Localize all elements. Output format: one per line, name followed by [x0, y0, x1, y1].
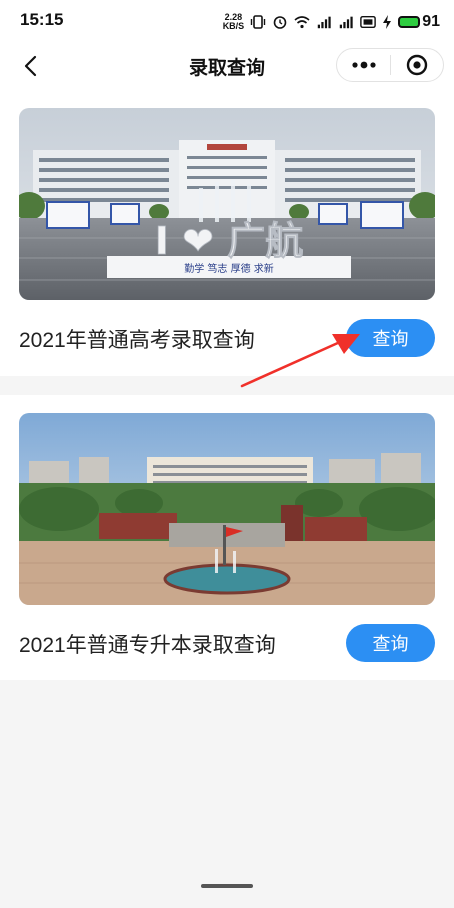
campus-photo-gate: 勤学 笃志 厚德 求新 I ❤ 广航 — [19, 108, 435, 300]
close-mini-program-button[interactable] — [391, 49, 443, 81]
signal-4g-icon — [339, 16, 353, 29]
vibrate-icon — [251, 15, 266, 29]
admission-card-gaokao: 勤学 笃志 厚德 求新 I ❤ 广航 2021年普通高考录取查询 查询 — [0, 88, 454, 376]
battery-percent: 91 — [422, 13, 440, 30]
hd-icon — [360, 15, 377, 29]
mini-program-capsule — [336, 48, 444, 82]
signal-4g-icon — [317, 16, 331, 29]
query-button-zhuanshengben[interactable]: 查询 — [346, 624, 435, 662]
more-button[interactable] — [337, 49, 390, 81]
battery: 91 — [398, 13, 440, 31]
alarm-icon — [273, 16, 287, 29]
card-title: 2021年普通高考录取查询 — [19, 329, 255, 352]
status-bar: 15:15 2.28 KB/S 91 — [0, 0, 454, 44]
query-button-gaokao[interactable]: 查询 — [346, 319, 435, 357]
charging-icon — [383, 15, 392, 29]
status-time: 15:15 — [20, 10, 64, 29]
target-circle-icon — [406, 54, 428, 76]
nav-bar: 录取查询 — [0, 44, 454, 88]
admission-card-zhuanshengben: 2021年普通专升本录取查询 查询 — [0, 395, 454, 680]
net-speed-unit: KB/S — [222, 21, 245, 31]
more-dots-icon — [351, 61, 376, 69]
home-indicator[interactable] — [201, 884, 253, 888]
photo-banner-text: 勤学 笃志 厚德 求新 — [184, 262, 274, 275]
campus-photo-aerial — [19, 413, 435, 605]
wifi-icon — [294, 16, 310, 29]
net-speed: 2.28 KB/S — [223, 13, 245, 31]
campus-aerial-image — [19, 413, 435, 605]
campus-photo-image: 勤学 笃志 厚德 求新 I ❤ 广航 — [19, 108, 435, 300]
status-icons: 2.28 KB/S 91 — [223, 10, 440, 34]
battery-icon — [398, 16, 421, 28]
photo-sign-text: I ❤ 广航 — [155, 219, 303, 263]
card-title: 2021年普通专升本录取查询 — [19, 634, 276, 657]
